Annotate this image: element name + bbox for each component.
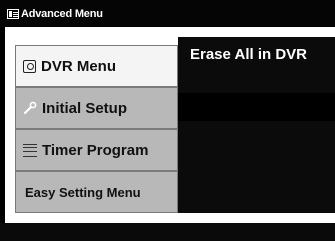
submenu-row: [178, 121, 335, 149]
menu-item-label: DVR Menu: [41, 57, 116, 75]
title-bar: Advanced Menu: [0, 0, 335, 26]
submenu-row: [178, 65, 335, 93]
menu-item-initial-setup[interactable]: Initial Setup: [15, 87, 178, 129]
timer-program-icon: [23, 143, 37, 157]
menu-item-dvr-menu[interactable]: DVR Menu: [15, 45, 178, 87]
submenu-pane: Erase All in DVR: [178, 37, 335, 213]
submenu-row: [178, 93, 335, 121]
bottom-bar: [0, 223, 335, 241]
menu-item-easy-setting-menu[interactable]: Easy Setting Menu: [15, 171, 178, 213]
window-title: Advanced Menu: [21, 8, 103, 20]
dvr-icon: [23, 59, 36, 73]
wrench-icon: [23, 101, 37, 115]
menu-item-label: Timer Program: [42, 141, 149, 159]
menu-item-label: Initial Setup: [42, 99, 128, 117]
menu-item-timer-program[interactable]: Timer Program: [15, 129, 178, 171]
menu-panel: DVR Menu Initial Setup Timer Program Eas…: [5, 27, 335, 223]
submenu-row: [178, 177, 335, 213]
submenu-row: [178, 149, 335, 177]
menu-item-label: Easy Setting Menu: [25, 184, 141, 200]
submenu-item-erase-all[interactable]: Erase All in DVR: [190, 46, 307, 63]
menu-icon: [7, 9, 19, 19]
